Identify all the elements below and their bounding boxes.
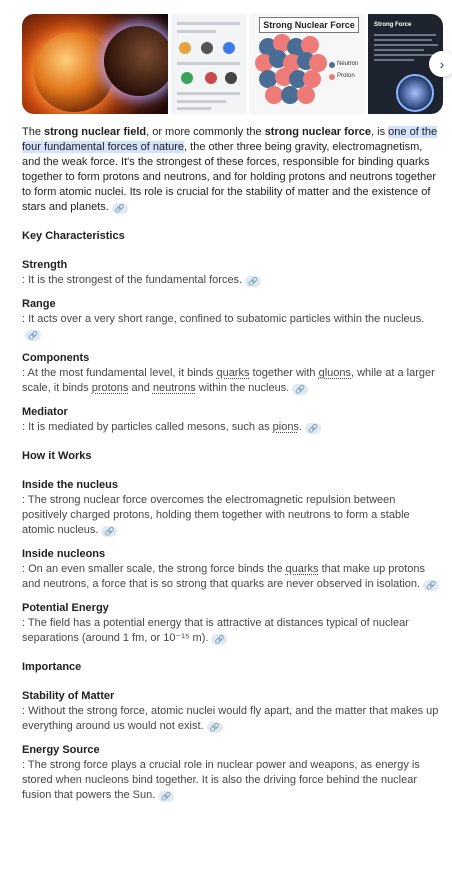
- item-description: : It acts over a very short range, confi…: [22, 312, 442, 342]
- item-description: : It is mediated by particles called mes…: [22, 420, 442, 435]
- term-link-neutrons[interactable]: neutrons: [153, 382, 196, 394]
- item-range: Range : It acts over a very short range,…: [22, 297, 442, 342]
- intro-bold-term: strong nuclear field: [44, 126, 147, 138]
- infographic-line: [177, 92, 240, 95]
- thumb-text-line: [374, 39, 432, 41]
- infographic-line: [177, 100, 226, 103]
- intro-bold-term: strong nuclear force: [264, 126, 372, 138]
- thumb-text-line: [374, 49, 424, 51]
- item-components: Components : At the most fundamental lev…: [22, 351, 442, 396]
- item-title: Components: [22, 352, 90, 364]
- link-icon[interactable]: 🔗: [423, 580, 440, 591]
- term-link-quarks[interactable]: quarks: [286, 563, 319, 575]
- intro-paragraph: The strong nuclear field, or more common…: [22, 125, 442, 215]
- item-description: : On an even smaller scale, the strong f…: [22, 562, 442, 592]
- infographic-dot: [181, 72, 193, 84]
- link-icon[interactable]: 🔗: [111, 203, 128, 214]
- image-thumb-strong-nuclear-force[interactable]: Strong Nuclear Force Neutron Proton: [249, 14, 365, 114]
- legend-neutron-label: Neutron: [337, 61, 359, 67]
- image-thumb-planets[interactable]: [22, 14, 168, 114]
- link-icon[interactable]: 🔗: [245, 276, 262, 287]
- item-text: : The strong nuclear force overcomes the…: [22, 494, 410, 536]
- item-text: : It acts over a very short range, confi…: [22, 313, 425, 325]
- item-title: Inside the nucleus: [22, 479, 118, 491]
- item-text: together with: [249, 367, 319, 379]
- item-description: : The strong nuclear force overcomes the…: [22, 493, 442, 538]
- glowing-planet-image: [34, 32, 114, 112]
- nucleus-orb-image: [396, 74, 434, 112]
- infographic-dot: [179, 42, 191, 54]
- item-text: within the nucleus.: [195, 382, 290, 394]
- item-title: Inside nucleons: [22, 548, 106, 560]
- item-title: Strength: [22, 259, 68, 271]
- item-text: : It is mediated by particles called mes…: [22, 421, 273, 433]
- section-heading-importance: Importance: [22, 661, 82, 673]
- item-inside-nucleons: Inside nucleons : On an even smaller sca…: [22, 547, 442, 592]
- item-title: Energy Source: [22, 744, 100, 756]
- item-description: : At the most fundamental level, it bind…: [22, 366, 442, 396]
- item-description: : The field has a potential energy that …: [22, 616, 442, 646]
- item-strength: Strength : It is the strongest of the fu…: [22, 258, 442, 288]
- item-text: : On an even smaller scale, the strong f…: [22, 563, 286, 575]
- answer-content: The strong nuclear field, or more common…: [22, 125, 442, 812]
- infographic-line: [177, 62, 240, 65]
- proton-ball: [297, 86, 315, 104]
- legend-neutron-swatch: [329, 62, 335, 68]
- item-text: : It is the strongest of the fundamental…: [22, 274, 243, 286]
- section-heading-key-characteristics: Key Characteristics: [22, 230, 125, 242]
- item-potential-energy: Potential Energy : The field has a poten…: [22, 601, 442, 646]
- thumb-title: Strong Nuclear Force: [259, 17, 359, 33]
- infographic-dot: [201, 42, 213, 54]
- chevron-right-icon[interactable]: ›: [429, 51, 452, 77]
- item-title: Range: [22, 298, 56, 310]
- item-stability: Stability of Matter : Without the strong…: [22, 689, 442, 734]
- item-text: and: [128, 382, 153, 394]
- term-link-gluons[interactable]: gluons: [319, 367, 351, 379]
- intro-text: The: [22, 126, 45, 138]
- item-mediator: Mediator : It is mediated by particles c…: [22, 405, 442, 435]
- dark-planet-image: [104, 26, 168, 96]
- thumb-title: Strong Force: [374, 22, 412, 28]
- link-icon[interactable]: 🔗: [305, 423, 322, 434]
- infographic-dot: [205, 72, 217, 84]
- thumb-text-line: [374, 44, 438, 46]
- term-link-quarks[interactable]: quarks: [216, 367, 249, 379]
- item-text: .: [298, 421, 303, 433]
- item-description: : The strong force plays a crucial role …: [22, 758, 442, 803]
- term-link-protons[interactable]: protons: [92, 382, 129, 394]
- item-title: Stability of Matter: [22, 690, 115, 702]
- link-icon[interactable]: 🔗: [211, 634, 228, 645]
- item-text: : The strong force plays a crucial role …: [22, 759, 420, 801]
- thumb-text-line: [374, 34, 436, 36]
- item-description: : It is the strongest of the fundamental…: [22, 273, 442, 288]
- link-icon[interactable]: 🔗: [158, 791, 175, 802]
- infographic-dot: [225, 72, 237, 84]
- image-thumb-infographic[interactable]: [171, 14, 246, 114]
- item-text: : Without the strong force, atomic nucle…: [22, 705, 439, 732]
- ai-answer-panel: Strong Nuclear Force Neutron Proton Stro…: [0, 0, 452, 878]
- intro-text: , or more commonly the: [146, 126, 265, 138]
- item-energy-source: Energy Source : The strong force plays a…: [22, 743, 442, 803]
- link-icon[interactable]: 🔗: [25, 330, 41, 341]
- item-text: : At the most fundamental level, it bind…: [22, 367, 217, 379]
- section-heading-how-it-works: How it Works: [22, 450, 92, 462]
- image-carousel: Strong Nuclear Force Neutron Proton Stro…: [22, 14, 443, 114]
- item-inside-nucleus: Inside the nucleus : The strong nuclear …: [22, 478, 442, 538]
- legend-proton-label: Proton: [337, 73, 355, 79]
- infographic-line: [177, 107, 211, 110]
- link-icon[interactable]: 🔗: [206, 722, 223, 733]
- item-title: Mediator: [22, 406, 68, 418]
- item-title: Potential Energy: [22, 602, 109, 614]
- infographic-line: [177, 22, 240, 25]
- thumb-text-line: [374, 59, 414, 61]
- term-link-pions[interactable]: pions: [273, 421, 299, 433]
- link-icon[interactable]: 🔗: [101, 526, 118, 537]
- infographic-line: [177, 30, 216, 33]
- item-description: : Without the strong force, atomic nucle…: [22, 704, 442, 734]
- infographic-dot: [223, 42, 235, 54]
- link-icon[interactable]: 🔗: [292, 384, 309, 395]
- legend-proton-swatch: [329, 74, 335, 80]
- intro-text: , is: [371, 126, 389, 138]
- thumb-text-line: [374, 54, 434, 56]
